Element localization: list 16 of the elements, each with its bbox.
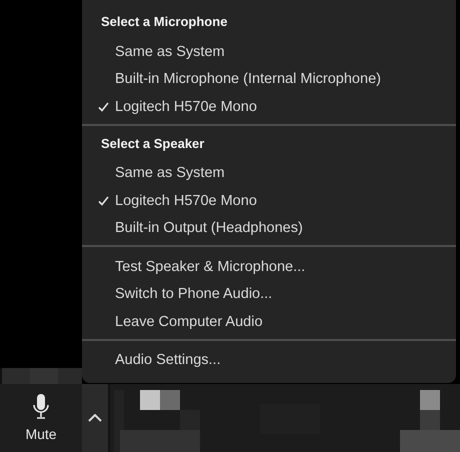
menu-item[interactable]: Leave Computer Audio [115, 314, 263, 330]
audio-options-button[interactable] [82, 384, 108, 452]
menu-item[interactable]: Built-in Microphone (Internal Microphone) [115, 71, 381, 88]
menu-item[interactable]: Test Speaker & Microphone... [115, 258, 306, 275]
menu-item[interactable]: Switch to Phone Audio... [115, 286, 272, 302]
menu-item[interactable]: Logitech H570e Mono [115, 192, 257, 209]
caret-up-icon [88, 414, 102, 422]
menu-item[interactable]: Audio Settings... [115, 352, 221, 368]
menu-item[interactable]: Built-in Output (Headphones) [115, 220, 303, 236]
menu-section-header: Select a Microphone [100, 13, 228, 31]
menu-item[interactable]: Same as System [115, 44, 225, 60]
menu-item[interactable]: Same as System [115, 165, 225, 182]
mute-button[interactable]: Mute [0, 384, 82, 452]
menu-item[interactable]: Logitech H570e Mono [115, 98, 257, 115]
menu-section-header: Select a Speaker [100, 134, 206, 153]
microphone-icon [33, 394, 49, 420]
